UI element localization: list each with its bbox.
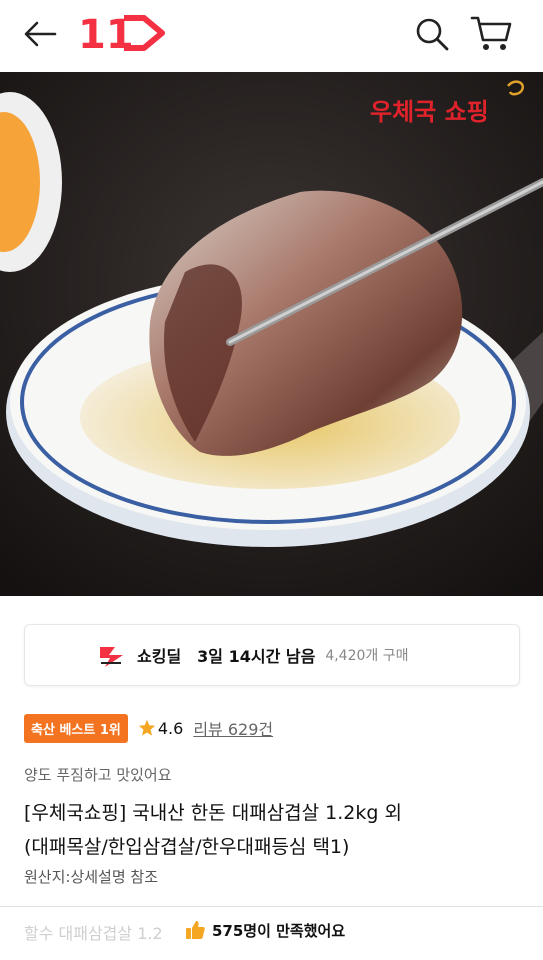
arrow-left-icon bbox=[24, 21, 57, 47]
rating-row: 축산 베스트 1위 4.6 리뷰 629건 bbox=[24, 713, 273, 743]
product-origin: 원산지:상세설명 참조 bbox=[24, 868, 159, 886]
faded-background-text: 할수 대패삼겹살 1.2 bbox=[24, 924, 163, 943]
top-header: 11 bbox=[0, 0, 543, 72]
cart-icon bbox=[470, 16, 512, 50]
logo[interactable]: 11 bbox=[78, 10, 168, 58]
review-count-link[interactable]: 리뷰 629건 bbox=[193, 716, 273, 740]
satisfaction-text: 575명이 만족했어요 bbox=[212, 921, 346, 940]
pork-belly-photo: 우체국 쇼핑 bbox=[0, 72, 543, 596]
search-button[interactable] bbox=[410, 12, 454, 56]
back-button[interactable] bbox=[18, 14, 62, 54]
deal-title: 쇼킹딜 bbox=[137, 647, 182, 666]
thumbs-up-icon bbox=[186, 921, 205, 939]
divider bbox=[0, 906, 543, 907]
lightning-icon bbox=[100, 647, 123, 667]
satisfaction-popup[interactable]: 575명이 만족했어요 bbox=[184, 916, 354, 944]
eleven-street-logo-icon: 11 bbox=[78, 12, 165, 58]
search-icon bbox=[416, 18, 449, 51]
product-title-line2: (대패목살/한입삼겹살/한우대패등심 택1) bbox=[24, 836, 350, 858]
product-title-line1: [우체국쇼핑] 국내산 한돈 대패삼겹살 1.2kg 외 bbox=[24, 802, 402, 824]
best-badge[interactable]: 축산 베스트 1위 bbox=[24, 713, 128, 743]
star-icon bbox=[138, 719, 155, 736]
cart-button[interactable] bbox=[466, 10, 516, 56]
product-image[interactable]: 우체국 쇼핑 bbox=[0, 72, 543, 596]
deal-time-left: 3일 14시간 남음 bbox=[197, 647, 316, 666]
rating-score: 4.6 bbox=[157, 718, 184, 738]
product-title: [우체국쇼핑] 국내산 한돈 대패삼겹살 1.2kg 외 (대패목살/한입삼겹살… bbox=[24, 796, 524, 864]
image-overlay-text: 우체국 쇼핑 bbox=[370, 98, 489, 126]
product-subtitle: 양도 푸짐하고 맛있어요 bbox=[24, 766, 172, 784]
purchase-count: 4,420개 구매 bbox=[325, 648, 409, 664]
shocking-deal-banner[interactable]: 쇼킹딜 3일 14시간 남음 4,420개 구매 bbox=[24, 624, 520, 686]
